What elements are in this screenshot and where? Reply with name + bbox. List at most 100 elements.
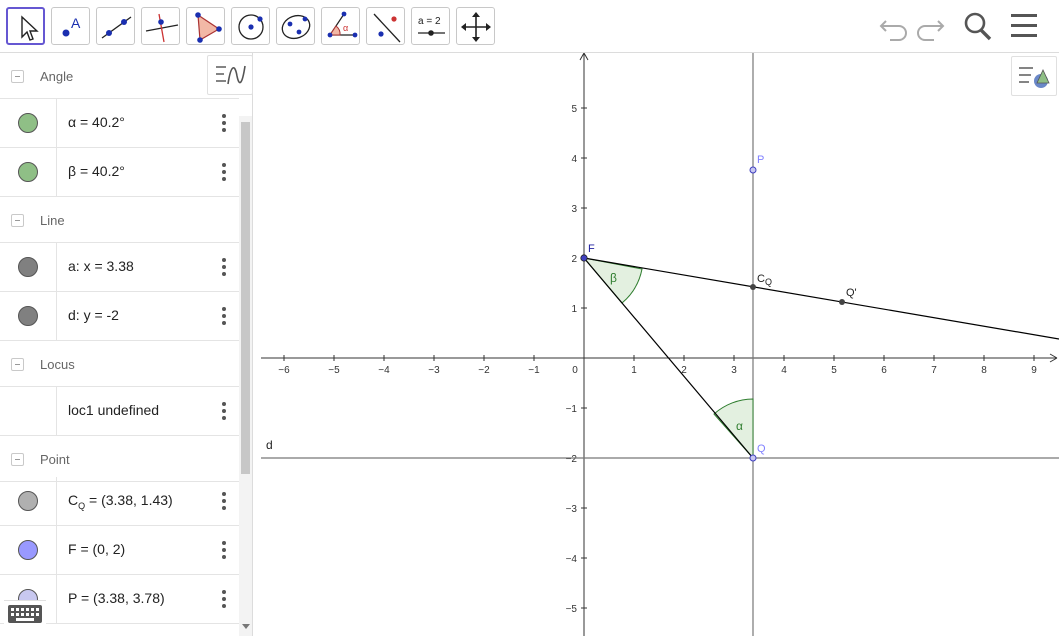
label-p: P [757, 154, 764, 166]
visibility-toggle[interactable] [18, 162, 38, 182]
item-menu-icon[interactable] [217, 588, 231, 610]
circle-center-point-icon [238, 14, 264, 40]
redo-button[interactable] [913, 10, 947, 42]
visibility-toggle[interactable] [18, 257, 38, 277]
y-tick-label: −1 [566, 404, 578, 415]
item-menu-icon[interactable] [217, 256, 231, 278]
expr-main: C [68, 492, 79, 508]
expr-rest: = (3.38, 1.43) [85, 492, 173, 508]
section-title: Locus [40, 357, 75, 372]
undo-icon [879, 20, 907, 41]
x-tick-label: 5 [831, 365, 837, 376]
algebra-expression[interactable]: d: y = -2 [68, 307, 119, 323]
point-f[interactable] [580, 254, 588, 262]
section-title: Angle [40, 69, 74, 84]
algebra-expression[interactable]: a: x = 3.38 [68, 258, 134, 274]
point-q[interactable] [749, 454, 757, 462]
visibility-cell [0, 526, 57, 574]
label-cq: CQ [757, 273, 772, 287]
algebra-style-bar-button[interactable] [207, 55, 253, 95]
algebra-expression[interactable]: F = (0, 2) [68, 541, 125, 557]
y-tick-label: 1 [571, 304, 577, 315]
main-menu-button[interactable] [1008, 10, 1042, 42]
algebra-section-point: Point [0, 436, 239, 482]
slider-icon: a = 2 [418, 16, 445, 36]
graphics-view[interactable]: −6 −5 −4 −3 −2 −1 0 1 2 3 4 5 6 7 8 9 5 4 3 2 1 −1 −2 −3 −4 −5 d… [261, 53, 1059, 636]
algebra-style-bar-icon [216, 65, 246, 85]
x-tick-label: −5 [328, 365, 340, 376]
angle-tool-button[interactable]: α [321, 7, 360, 45]
item-menu-icon[interactable] [217, 161, 231, 183]
item-menu-icon[interactable] [217, 305, 231, 327]
item-menu-icon[interactable] [217, 490, 231, 512]
collapse-section-button[interactable] [11, 358, 24, 371]
slider-tool-label: a = 2 [418, 16, 441, 27]
y-tick-label: 3 [571, 204, 577, 215]
undo-button[interactable] [877, 10, 911, 42]
visibility-cell [0, 387, 57, 435]
algebra-expression[interactable]: CQ = (3.38, 1.43) [68, 492, 173, 511]
angle-alpha[interactable] [713, 398, 754, 460]
x-tick-label: −2 [478, 365, 490, 376]
point-tool-button[interactable]: A [51, 7, 90, 45]
visibility-toggle[interactable] [18, 306, 38, 326]
x-tick-label: −4 [378, 365, 390, 376]
item-menu-icon[interactable] [217, 112, 231, 134]
algebra-expression[interactable]: P = (3.38, 3.78) [68, 590, 165, 606]
polygon-tool-button[interactable] [186, 7, 225, 45]
slider-tool-button[interactable]: a = 2 [411, 7, 450, 45]
algebra-item-alpha[interactable]: α = 40.2° [0, 99, 239, 148]
collapse-section-button[interactable] [11, 453, 24, 466]
algebra-expression[interactable]: α = 40.2° [68, 114, 125, 130]
x-tick-label: 3 [731, 365, 737, 376]
algebra-item-d[interactable]: d: y = -2 [0, 292, 239, 341]
y-tick-label: 5 [571, 104, 577, 115]
scroll-down-icon[interactable] [240, 621, 252, 631]
point-cq[interactable] [750, 284, 756, 290]
algebra-section-line: Line [0, 197, 239, 243]
line-tool-button[interactable] [96, 7, 135, 45]
label-q: Q [757, 443, 766, 455]
virtual-keyboard-button[interactable] [4, 600, 46, 626]
label-q-prime: Q' [846, 287, 857, 299]
point-q-prime[interactable] [839, 299, 845, 305]
redo-icon [917, 20, 945, 41]
visibility-toggle[interactable] [18, 113, 38, 133]
algebra-item-f[interactable]: F = (0, 2) [0, 526, 239, 575]
algebra-item-a[interactable]: a: x = 3.38 [0, 243, 239, 292]
section-title: Point [40, 452, 70, 467]
x-tick-label: −6 [278, 365, 290, 376]
algebra-scrollbar-thumb[interactable] [241, 122, 250, 474]
y-tick-label: −3 [566, 504, 578, 515]
polygon-icon [195, 12, 222, 43]
line-f-cq[interactable] [583, 257, 1059, 340]
item-menu-icon[interactable] [217, 400, 231, 422]
visibility-toggle[interactable] [18, 540, 38, 560]
y-tick-label: −5 [566, 604, 578, 615]
algebra-expression[interactable]: β = 40.2° [68, 163, 125, 179]
point-p[interactable] [749, 166, 757, 174]
item-menu-icon[interactable] [217, 539, 231, 561]
algebra-item-beta[interactable]: β = 40.2° [0, 148, 239, 197]
collapse-section-button[interactable] [11, 70, 24, 83]
hamburger-menu-icon [1011, 14, 1037, 37]
move-tool-button[interactable] [6, 7, 45, 45]
algebra-expression[interactable]: loc1 undefined [68, 402, 159, 418]
algebra-item-loc1[interactable]: loc1 undefined [0, 387, 239, 436]
ellipse-tool-button[interactable] [276, 7, 315, 45]
x-tick-label: 4 [781, 365, 787, 376]
move-graphics-tool-button[interactable] [456, 7, 495, 45]
graphics-style-bar-button[interactable] [1011, 56, 1057, 96]
perpendicular-tool-button[interactable] [141, 7, 180, 45]
visibility-cell [0, 148, 57, 196]
visibility-toggle[interactable] [18, 491, 38, 511]
circle-tool-button[interactable] [231, 7, 270, 45]
graphics-style-bar-icon [1019, 67, 1050, 88]
reflect-tool-button[interactable] [366, 7, 405, 45]
graphics-canvas[interactable]: −6 −5 −4 −3 −2 −1 0 1 2 3 4 5 6 7 8 9 54321−1−2−3−4−5 d… [261, 53, 1059, 636]
collapse-section-button[interactable] [11, 214, 24, 227]
algebra-item-cq[interactable]: CQ = (3.38, 1.43) [0, 477, 239, 526]
y-tick-label: 4 [571, 154, 577, 165]
label-cq-main: C [757, 273, 765, 285]
search-button[interactable] [960, 10, 994, 42]
